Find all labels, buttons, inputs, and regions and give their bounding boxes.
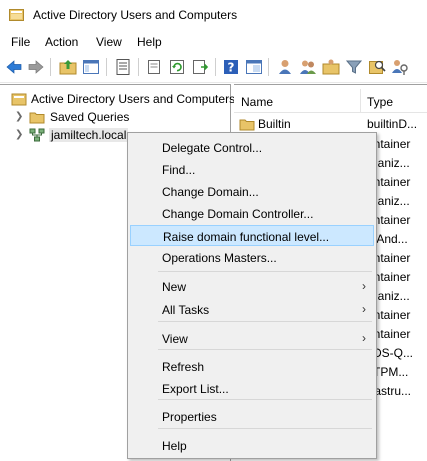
list-header: Name Type [234, 89, 427, 113]
folder-icon [239, 119, 255, 131]
toolbar-separator [138, 58, 139, 76]
menu-action[interactable]: Action [45, 35, 78, 49]
toolbar-separator [50, 58, 51, 76]
menu-item-label: Raise domain functional level... [163, 230, 330, 244]
tree-item-saved-queries[interactable]: ❯ Saved Queries [0, 108, 231, 126]
menu-item-label: Operations Masters... [162, 251, 277, 265]
menu-bar: File Action View Help [0, 31, 427, 52]
new-group-icon[interactable] [298, 57, 318, 77]
back-icon[interactable] [4, 57, 24, 77]
menu-item-label: View [162, 332, 188, 346]
tree-root-label: Active Directory Users and Computers [31, 92, 236, 106]
toolbar: ? [0, 52, 427, 83]
toolbar-separator [268, 58, 269, 76]
cell-name: Builtin [258, 117, 291, 131]
menu-item-label: New [162, 280, 187, 294]
menu-item-refresh[interactable]: Refresh [130, 356, 374, 377]
menu-help[interactable]: Help [137, 35, 162, 49]
menu-item-export-list[interactable]: Export List... [130, 378, 374, 399]
copy-icon[interactable] [144, 57, 164, 77]
up-folder-icon[interactable] [58, 57, 78, 77]
properties-icon[interactable] [113, 57, 133, 77]
refresh-icon[interactable] [167, 57, 187, 77]
filter-icon[interactable] [344, 57, 364, 77]
new-ou-icon[interactable] [321, 57, 341, 77]
menu-item-label: All Tasks [162, 303, 210, 317]
chevron-right-icon: › [362, 279, 366, 293]
menu-view[interactable]: View [96, 35, 122, 49]
svg-text:?: ? [228, 61, 235, 75]
menu-item-operations-masters[interactable]: Operations Masters... [130, 247, 374, 268]
menu-item-label: Change Domain... [162, 185, 259, 199]
menu-separator [158, 271, 372, 272]
cell-type: builtinD... [367, 117, 418, 131]
menu-item-label: Properties [162, 410, 217, 424]
export-icon[interactable] [190, 57, 210, 77]
forward-icon[interactable] [26, 57, 46, 77]
context-menu: Delegate Control... Find... Change Domain.… [127, 132, 377, 459]
menu-item-label: Change Domain Controller... [162, 207, 314, 221]
title-bar: Active Directory Users and Computers [0, 0, 427, 31]
delegate-icon[interactable] [390, 57, 410, 77]
column-header-type[interactable]: Type [367, 95, 393, 109]
window-title: Active Directory Users and Computers [33, 8, 238, 22]
menu-separator [158, 399, 372, 400]
menu-item-delegate-control[interactable]: Delegate Control... [130, 137, 374, 158]
folder-icon [29, 112, 45, 124]
show-hide-tree-icon[interactable] [81, 57, 101, 77]
new-user-icon[interactable] [275, 57, 295, 77]
menu-separator [158, 349, 372, 350]
tree-root[interactable]: Active Directory Users and Computers [0, 90, 235, 108]
menu-item-new[interactable]: New › [130, 276, 374, 297]
chevron-right-icon: › [362, 331, 366, 345]
menu-item-label: Delegate Control... [162, 141, 263, 155]
domain-icon [29, 128, 45, 142]
menu-item-label: Refresh [162, 360, 205, 374]
menu-item-view[interactable]: View › [130, 328, 374, 349]
menu-item-help[interactable]: Help [130, 435, 374, 456]
menu-item-label: Export List... [162, 382, 229, 396]
find-icon[interactable] [367, 57, 387, 77]
app-icon [9, 9, 24, 21]
menu-item-change-domain-controller[interactable]: Change Domain Controller... [130, 203, 374, 224]
aduc-icon [11, 93, 27, 106]
toolbar-separator [106, 58, 107, 76]
console-icon[interactable] [244, 57, 264, 77]
chevron-right-icon[interactable]: ❯ [15, 111, 23, 122]
menu-item-label: Find... [162, 163, 196, 177]
menu-item-find[interactable]: Find... [130, 159, 374, 180]
tree-item-label: Saved Queries [50, 110, 130, 124]
chevron-right-icon[interactable]: ❯ [15, 129, 23, 140]
menu-item-properties[interactable]: Properties [130, 406, 374, 427]
menu-item-raise-domain-functional-level[interactable]: Raise domain functional level... [130, 225, 374, 246]
menu-item-label: Help [162, 439, 187, 453]
menu-separator [158, 428, 372, 429]
help-icon[interactable]: ? [221, 57, 241, 77]
column-divider[interactable] [360, 89, 361, 113]
chevron-right-icon: › [362, 302, 366, 316]
menu-separator [158, 321, 372, 322]
table-row[interactable]: Builtin builtinD... [234, 114, 427, 133]
menu-item-change-domain[interactable]: Change Domain... [130, 181, 374, 202]
column-header-name[interactable]: Name [241, 95, 273, 109]
tree-item-label: jamiltech.local [49, 128, 129, 142]
menu-item-all-tasks[interactable]: All Tasks › [130, 299, 374, 320]
toolbar-separator [215, 58, 216, 76]
menu-file[interactable]: File [11, 35, 30, 49]
